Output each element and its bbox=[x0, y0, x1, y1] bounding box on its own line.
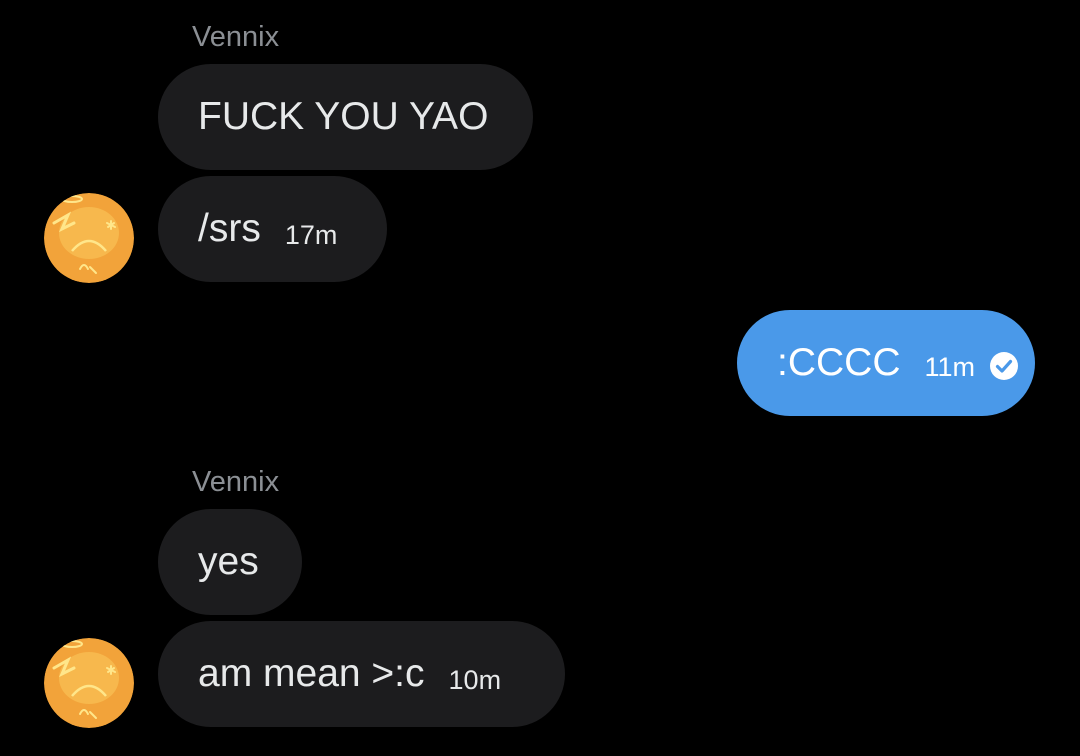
sender-name: Vennix bbox=[192, 21, 280, 53]
sender-name: Vennix bbox=[192, 466, 280, 498]
message-text: /srs bbox=[198, 207, 261, 250]
message-timestamp: 11m bbox=[924, 351, 976, 382]
message-bubble[interactable]: yes bbox=[158, 509, 302, 615]
message-text: :CCCC bbox=[777, 341, 901, 384]
check-circle-icon bbox=[989, 351, 1019, 381]
orange-cartoon-avatar-icon bbox=[44, 193, 134, 283]
message-bubble-outgoing[interactable]: :CCCC 11m bbox=[737, 310, 1035, 416]
message-bubble[interactable]: FUCK YOU YAO bbox=[158, 64, 533, 170]
message-text: FUCK YOU YAO bbox=[198, 95, 489, 138]
message-timestamp: 17m bbox=[284, 219, 338, 250]
avatar[interactable] bbox=[44, 193, 134, 283]
message-text: yes bbox=[198, 540, 259, 583]
message-text: am mean >:c bbox=[198, 652, 425, 695]
message-bubble[interactable]: am mean >:c 10m bbox=[158, 621, 565, 727]
orange-cartoon-avatar-icon bbox=[44, 638, 134, 728]
avatar[interactable] bbox=[44, 638, 134, 728]
message-bubble[interactable]: /srs 17m bbox=[158, 176, 387, 282]
message-timestamp: 10m bbox=[448, 664, 502, 695]
